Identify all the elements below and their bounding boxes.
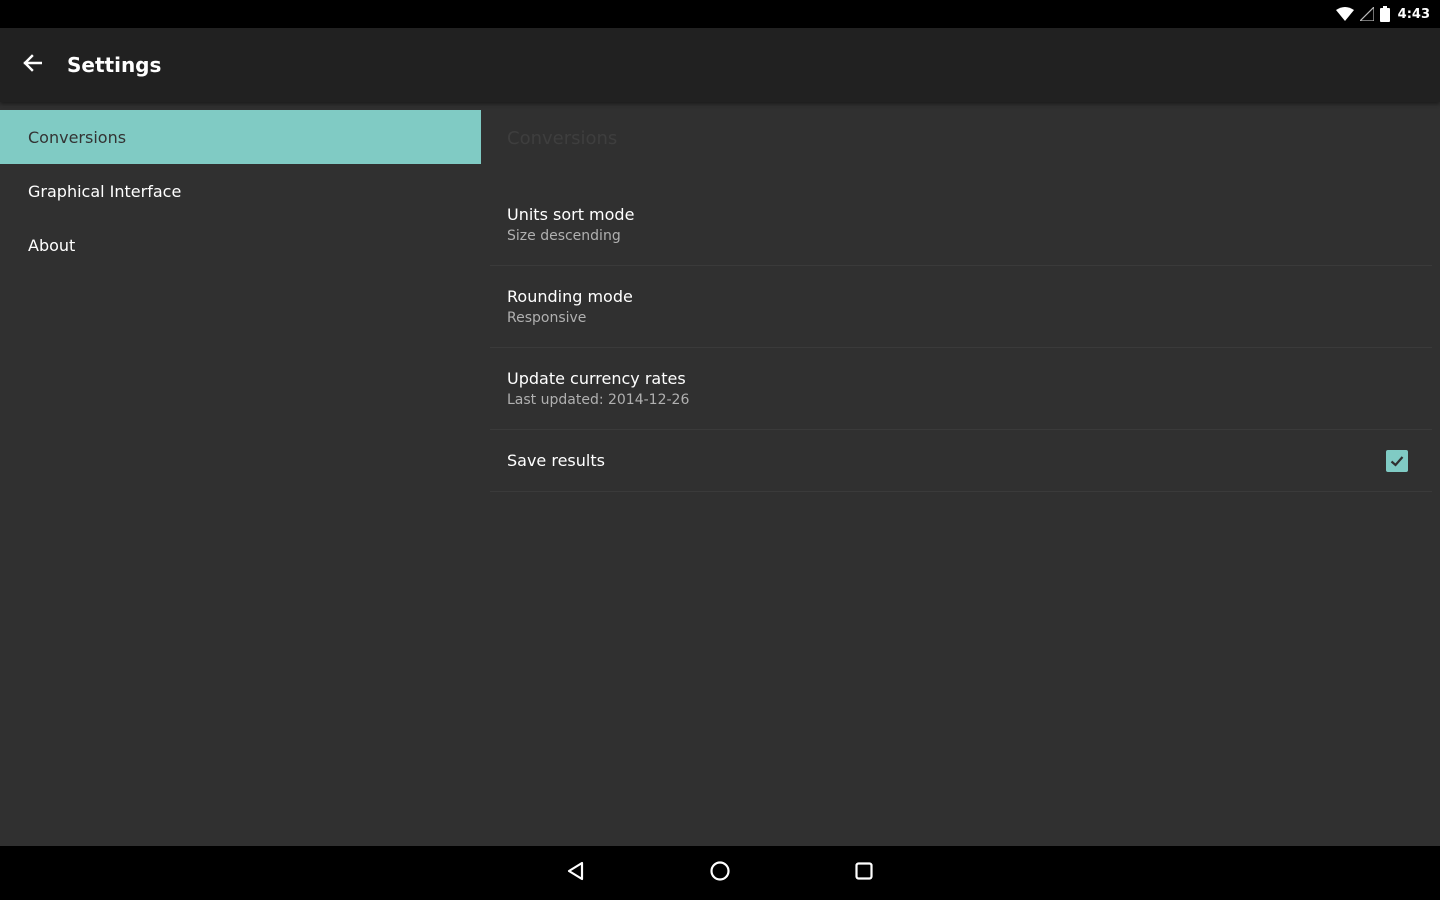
pref-summary: Size descending bbox=[507, 227, 621, 244]
battery-icon bbox=[1379, 6, 1390, 22]
pref-title: Rounding mode bbox=[507, 286, 633, 306]
pref-update-currency-rates[interactable]: Update currency rates Last updated: 2014… bbox=[490, 348, 1432, 430]
save-results-checkbox[interactable] bbox=[1386, 449, 1408, 472]
arrow-back-icon bbox=[22, 53, 43, 77]
settings-content: Conversions Graphical Interface About Co… bbox=[0, 102, 1440, 846]
sidebar-item-conversions[interactable]: Conversions bbox=[0, 110, 481, 164]
preferences-panel: Conversions Units sort mode Size descend… bbox=[490, 102, 1432, 492]
home-circle-icon bbox=[709, 860, 731, 886]
check-icon bbox=[1390, 455, 1404, 467]
pref-units-sort-mode[interactable]: Units sort mode Size descending bbox=[490, 184, 1432, 266]
sidebar-item-about[interactable]: About bbox=[0, 218, 481, 272]
category-title: Conversions bbox=[507, 128, 618, 149]
navigation-bar bbox=[0, 846, 1440, 900]
status-bar: 4:43 bbox=[0, 0, 1440, 28]
pref-rounding-mode[interactable]: Rounding mode Responsive bbox=[490, 266, 1432, 348]
sidebar-item-label: Conversions bbox=[28, 127, 127, 147]
wifi-icon bbox=[1335, 7, 1354, 21]
sidebar: Conversions Graphical Interface About bbox=[0, 110, 481, 272]
nav-recents-button[interactable] bbox=[824, 846, 904, 900]
recents-square-icon bbox=[853, 860, 875, 886]
back-button[interactable] bbox=[0, 28, 64, 102]
page-title: Settings bbox=[67, 53, 162, 77]
sidebar-item-label: About bbox=[28, 235, 76, 255]
status-time: 4:43 bbox=[1397, 6, 1430, 22]
sidebar-item-label: Graphical Interface bbox=[28, 181, 182, 201]
pref-summary: Responsive bbox=[507, 309, 587, 326]
back-triangle-icon bbox=[565, 860, 587, 886]
sidebar-item-graphical-interface[interactable]: Graphical Interface bbox=[0, 164, 481, 218]
signal-icon bbox=[1359, 7, 1374, 21]
nav-back-button[interactable] bbox=[536, 846, 616, 900]
pref-title: Update currency rates bbox=[507, 368, 686, 388]
app-bar: Settings bbox=[0, 28, 1440, 102]
pref-title: Save results bbox=[507, 450, 605, 470]
pref-title: Units sort mode bbox=[507, 204, 635, 224]
pref-save-results[interactable]: Save results bbox=[490, 430, 1432, 492]
pref-summary: Last updated: 2014-12-26 bbox=[507, 391, 690, 408]
nav-home-button[interactable] bbox=[680, 846, 760, 900]
